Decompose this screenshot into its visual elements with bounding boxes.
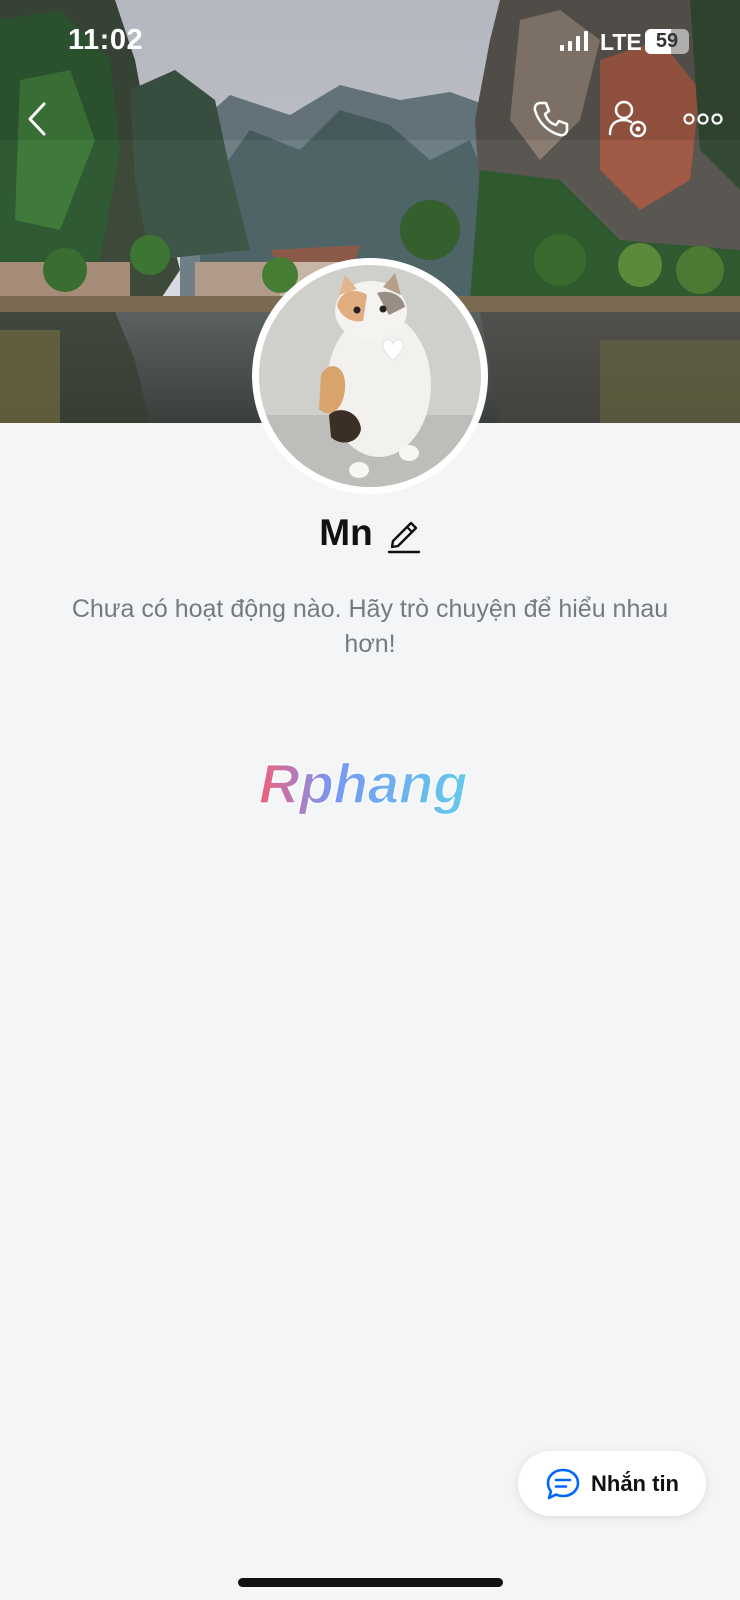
avatar-ring bbox=[252, 258, 488, 494]
battery-icon: 59 bbox=[645, 29, 689, 54]
call-button[interactable] bbox=[528, 96, 574, 142]
send-message-button[interactable]: Nhắn tin bbox=[518, 1451, 706, 1516]
phone-icon bbox=[533, 101, 569, 137]
svg-text:Rphang: Rphang bbox=[259, 755, 467, 815]
profile-name: Mn bbox=[319, 512, 373, 553]
network-type: LTE bbox=[600, 29, 642, 55]
avatar[interactable] bbox=[259, 265, 481, 487]
status-time: 11:02 bbox=[68, 24, 144, 56]
status-bar: 11:02 LTE 59 bbox=[0, 0, 740, 80]
chat-bubble-icon bbox=[546, 1468, 580, 1499]
profile-name-row: Mn bbox=[0, 505, 740, 561]
battery-level: 59 bbox=[655, 30, 679, 52]
user-settings-icon bbox=[608, 100, 647, 138]
send-message-label: Nhắn tin bbox=[591, 1470, 679, 1496]
watermark-logo: Rphang bbox=[258, 755, 468, 816]
chevron-left-icon bbox=[28, 102, 46, 136]
more-options-button[interactable] bbox=[680, 96, 726, 142]
signal-icon bbox=[560, 31, 588, 51]
home-indicator[interactable] bbox=[238, 1578, 503, 1587]
edit-pencil-icon[interactable] bbox=[387, 514, 421, 554]
more-dots-icon bbox=[683, 113, 723, 125]
profile-settings-button[interactable] bbox=[605, 96, 651, 142]
empty-activity-message: Chưa có hoạt động nào. Hãy trò chuyện để… bbox=[71, 595, 669, 658]
back-button[interactable] bbox=[14, 96, 60, 142]
